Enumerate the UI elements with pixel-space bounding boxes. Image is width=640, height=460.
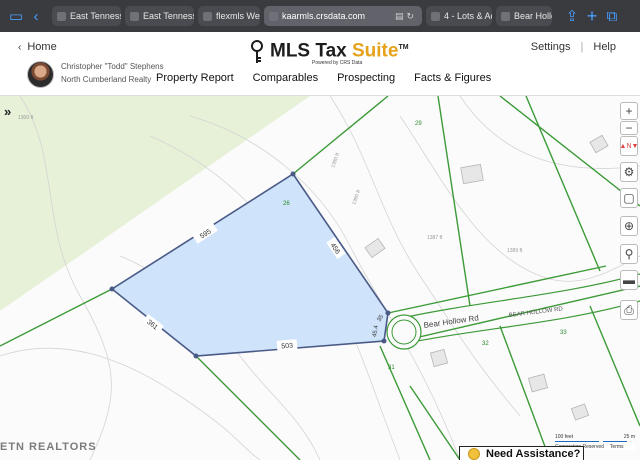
nav-prospecting[interactable]: Prospecting xyxy=(337,72,395,84)
favicon-icon xyxy=(501,11,510,21)
home-link[interactable]: ‹ Home xyxy=(18,41,57,53)
avatar xyxy=(27,61,54,88)
lot-number: 31 xyxy=(388,365,395,371)
watermark-logo: ETN REALTORS xyxy=(0,441,97,453)
expand-panel-icon[interactable]: » xyxy=(4,104,11,119)
browser-tab[interactable]: flexmls Web xyxy=(198,6,260,26)
road-label: BEAR HOLLOW RD xyxy=(509,306,564,319)
svg-text:1387 ft: 1387 ft xyxy=(427,235,443,241)
sidebar-toggle-icon[interactable]: ▭ xyxy=(6,7,26,25)
browser-tab-active[interactable]: kaarmls.crsdata.com ▤↻ xyxy=(264,6,422,26)
divider: | xyxy=(580,41,584,53)
search-icon[interactable]: ⚲ xyxy=(620,244,638,264)
parcel-map[interactable]: 595 456 503 361 45.4 35 26 29 33 32 31 1… xyxy=(0,96,640,460)
nav-property-report[interactable]: Property Report xyxy=(156,72,234,84)
zoom-in-button[interactable]: + xyxy=(620,102,638,120)
browser-tab[interactable]: Bear Hollow xyxy=(496,6,552,26)
help-coin-icon xyxy=(468,447,480,460)
locate-icon[interactable]: ⊕ xyxy=(620,216,638,236)
gear-icon[interactable]: ⚙ xyxy=(620,162,638,182)
svg-text:1380 ft: 1380 ft xyxy=(330,152,341,169)
browser-tab-bar: ▭ ‹ East Tennesse East Tennesse flexmls … xyxy=(0,0,640,32)
new-tab-icon[interactable]: + xyxy=(582,6,602,27)
svg-text:1300 ft: 1300 ft xyxy=(18,115,34,121)
logo[interactable]: MLS Tax SuiteTM Powered by CRS Data xyxy=(250,38,409,66)
svg-text:1389 ft: 1389 ft xyxy=(507,248,523,254)
lot-number: 29 xyxy=(415,121,422,127)
agent-company: North Cumberland Realty xyxy=(61,75,152,84)
lot-number: 32 xyxy=(482,341,489,347)
lot-number: 33 xyxy=(560,330,567,336)
browser-tab[interactable]: East Tennesse xyxy=(125,6,194,26)
favicon-icon xyxy=(431,11,440,21)
nav-facts-figures[interactable]: Facts & Figures xyxy=(414,72,491,84)
key-icon xyxy=(251,40,263,64)
settings-link[interactable]: Settings xyxy=(531,41,571,53)
agent-name: Christopher "Todd" Stephens xyxy=(61,62,164,71)
need-assistance-button[interactable]: Need Assistance? xyxy=(459,446,584,460)
zoom-out-button[interactable]: − xyxy=(620,121,638,135)
tab-overview-icon[interactable]: ⧉ xyxy=(602,8,622,25)
compass-icon[interactable]: ▲N▼ xyxy=(620,136,638,156)
dimension-label: 503 xyxy=(281,342,293,350)
favicon-icon xyxy=(269,11,278,21)
favicon-icon xyxy=(203,11,212,21)
favicon-icon xyxy=(130,11,139,21)
browser-tab[interactable]: 4 - Lots & Ac xyxy=(426,6,492,26)
measure-icon[interactable]: ▬ xyxy=(620,270,638,290)
browser-tab[interactable]: East Tennesse xyxy=(52,6,121,26)
layers-icon[interactable]: ▢ xyxy=(620,188,638,208)
chevron-left-icon: ‹ xyxy=(18,42,22,53)
building-footprints xyxy=(364,134,609,421)
favicon-icon xyxy=(57,11,66,21)
nav-comparables[interactable]: Comparables xyxy=(253,72,318,84)
share-icon[interactable]: ⇪ xyxy=(562,7,582,25)
road-label: Bear Hollow Rd xyxy=(423,313,479,330)
svg-text:1380 ft: 1380 ft xyxy=(351,189,362,206)
back-icon[interactable]: ‹ xyxy=(26,8,46,25)
print-icon[interactable]: ⎙ xyxy=(620,300,638,320)
map-canvas[interactable]: 595 456 503 361 45.4 35 26 29 33 32 31 1… xyxy=(0,96,640,460)
lot-number: 26 xyxy=(283,201,290,207)
reader-reload-icons[interactable]: ▤↻ xyxy=(391,11,417,22)
site-header: ‹ Home MLS Tax SuiteTM Powered by CRS Dat… xyxy=(0,32,640,96)
help-link[interactable]: Help xyxy=(593,41,616,53)
main-nav: Property Report Comparables Prospecting … xyxy=(156,72,510,84)
